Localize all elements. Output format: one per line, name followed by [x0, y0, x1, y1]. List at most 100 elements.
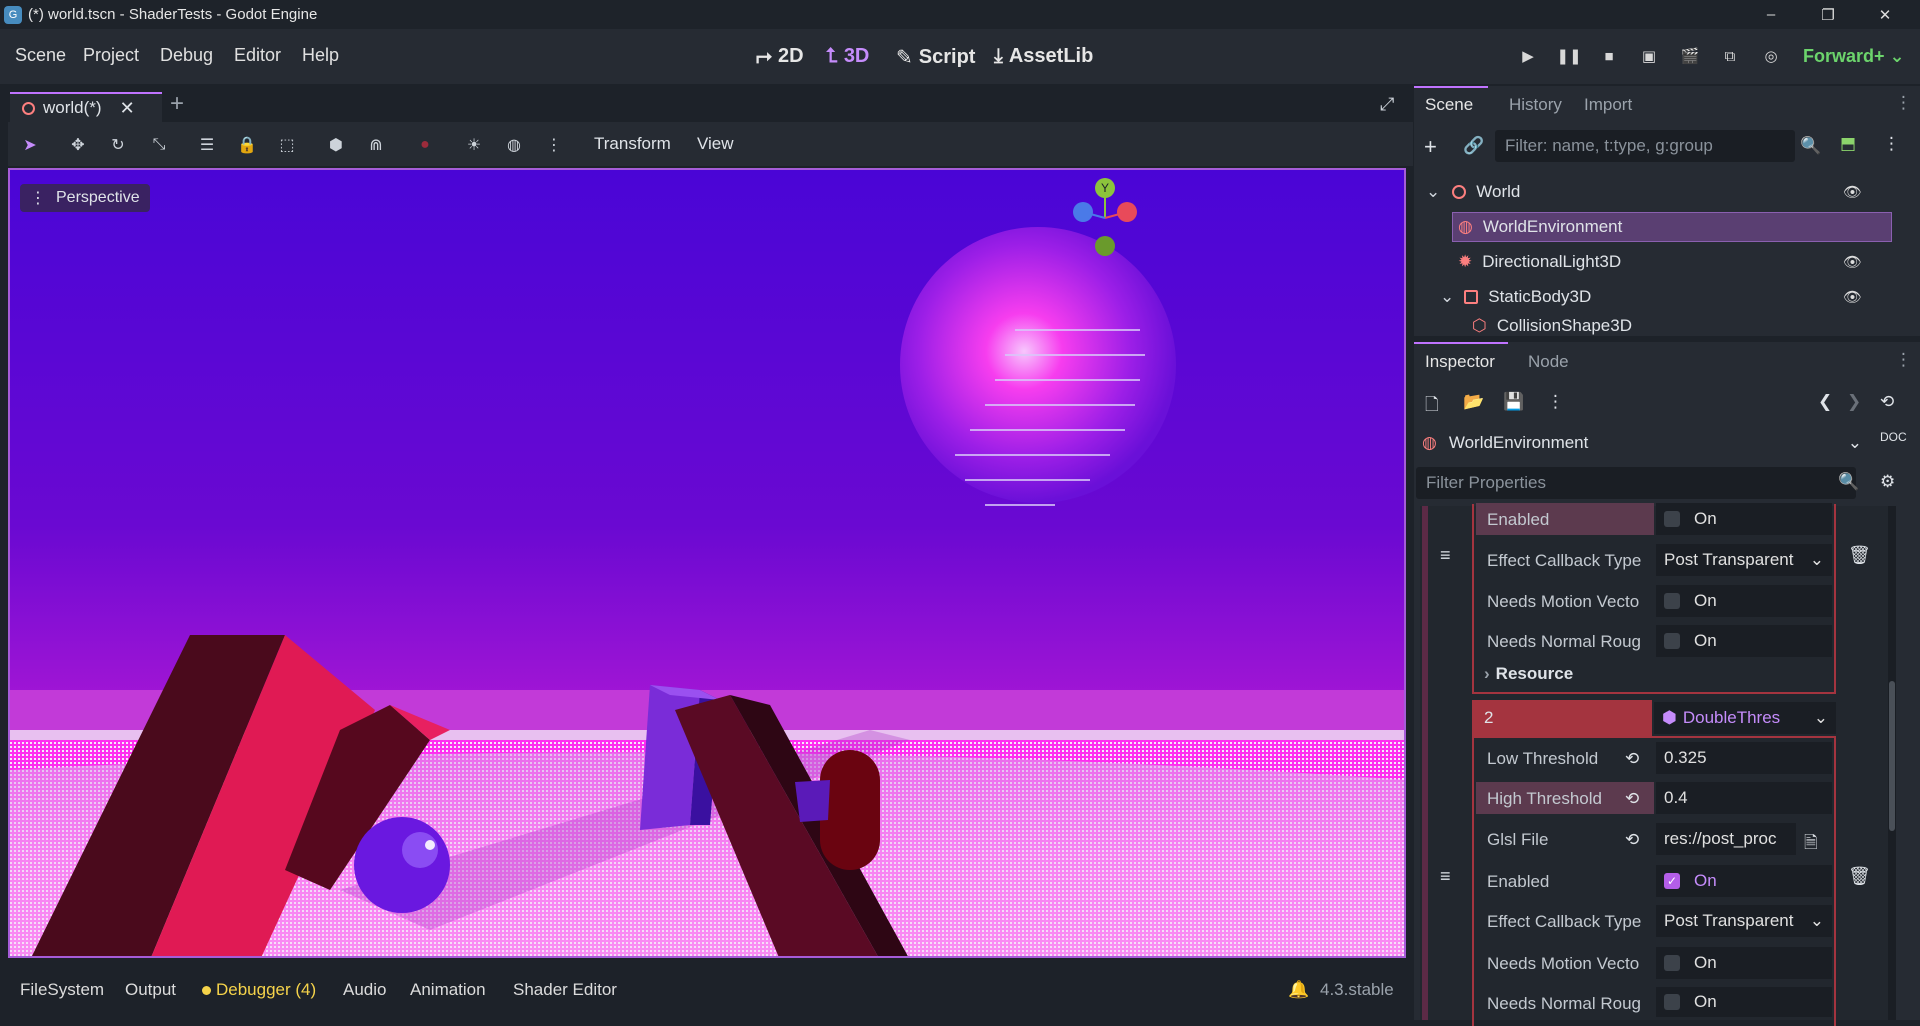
workspace-assetlib-button[interactable]: ⤓ AssetLib [994, 45, 1093, 68]
collapse-arrow-icon[interactable]: ⌄ [1426, 182, 1440, 202]
close-icon[interactable]: ✕ [120, 98, 135, 119]
delete-element-icon[interactable]: 🗑 [1848, 866, 1871, 887]
revert-icon[interactable]: ⟲ [1625, 749, 1639, 769]
camera-preview-icon[interactable]: ● [413, 133, 437, 157]
scrollbar-thumb[interactable] [1889, 681, 1895, 831]
save-resource-icon[interactable]: 💾 [1503, 392, 1524, 412]
tab-audio[interactable]: Audio [343, 980, 386, 1000]
file-browse-icon[interactable]: 🗎 [1804, 830, 1818, 859]
tree-item-worldenvironment[interactable]: ◍ WorldEnvironment [1420, 211, 1890, 243]
history-forward-icon[interactable]: ❯ [1847, 392, 1861, 412]
3d-viewport[interactable]: ⋮ Perspective Y [8, 168, 1406, 958]
sun-preview-icon[interactable]: ☀ [462, 133, 486, 157]
select-tool-icon[interactable]: ➤ [18, 133, 42, 157]
revert-icon[interactable]: ⟲ [1625, 830, 1639, 850]
tab-node[interactable]: Node [1528, 352, 1569, 372]
dock-menu-icon[interactable]: ⋮ [1895, 93, 1912, 113]
tab-shader-editor[interactable]: Shader Editor [513, 980, 617, 1000]
drag-handle-icon[interactable]: ≡ [1440, 545, 1451, 566]
visibility-eye-icon[interactable]: 👁 [1843, 183, 1862, 201]
gizmo-x-axis-icon[interactable] [1117, 202, 1137, 222]
workspace-2d-button[interactable]: ⮣ 2D [756, 45, 804, 68]
workspace-3d-button[interactable]: ⮤ 3D [826, 45, 869, 68]
workspace-script-button[interactable]: ✎ Script [896, 45, 975, 70]
gizmo-y-axis-icon[interactable]: Y [1095, 178, 1115, 198]
tab-animation[interactable]: Animation [410, 980, 486, 1000]
high-threshold-input[interactable]: 0.4 [1656, 782, 1832, 814]
new-resource-icon[interactable]: 🗋 [1425, 392, 1439, 421]
remote-debug-icon[interactable]: ▣ [1636, 43, 1662, 69]
menu-scene[interactable]: Scene [15, 45, 66, 66]
play-scene-icon[interactable]: 🎬 [1677, 43, 1703, 69]
normal-roughness-checkbox[interactable]: On [1656, 625, 1832, 657]
motion-vectors-checkbox[interactable]: On [1656, 947, 1832, 979]
visibility-eye-icon[interactable]: 👁 [1843, 253, 1862, 271]
tab-output[interactable]: Output [125, 980, 176, 1000]
menu-project[interactable]: Project [83, 45, 139, 66]
instance-scene-icon[interactable]: 🔗 [1463, 136, 1484, 156]
collapse-arrow-icon[interactable]: ⌄ [1440, 287, 1454, 307]
pause-icon[interactable]: ❚❚ [1556, 43, 1582, 69]
scene-filter-input[interactable]: Filter: name, t:type, g:group [1495, 130, 1795, 162]
menu-debug[interactable]: Debug [160, 45, 213, 66]
attach-script-icon[interactable]: ⬒ [1840, 134, 1856, 154]
move-tool-icon[interactable]: ✥ [66, 133, 90, 157]
drag-handle-icon[interactable]: ≡ [1440, 866, 1451, 887]
normal-roughness-checkbox[interactable]: On [1656, 987, 1832, 1017]
tree-item-staticbody3d[interactable]: ⌄ StaticBody3D 👁 [1420, 281, 1890, 313]
tab-import[interactable]: Import [1584, 95, 1632, 115]
local-space-icon[interactable]: ⬢ [324, 133, 348, 157]
object-history-icon[interactable]: ⟲ [1880, 392, 1894, 412]
distraction-free-icon[interactable]: ⤢ [1380, 94, 1394, 115]
visibility-eye-icon[interactable]: 👁 [1843, 288, 1862, 306]
open-docs-icon[interactable]: DOC [1880, 430, 1907, 444]
add-node-icon[interactable]: + [1424, 134, 1437, 160]
orientation-gizmo[interactable]: Y [1065, 178, 1145, 258]
transform-menu[interactable]: Transform [594, 134, 671, 154]
delete-element-icon[interactable]: 🗑 [1848, 545, 1871, 566]
low-threshold-input[interactable]: 0.325 [1656, 742, 1832, 774]
movie-maker-icon[interactable]: ◎ [1758, 43, 1784, 69]
tab-debugger[interactable]: Debugger (4) [202, 980, 316, 1000]
group-icon[interactable]: ⬚ [275, 133, 299, 157]
scene-more-icon[interactable]: ⋮ [1883, 134, 1900, 154]
filter-properties-input[interactable]: Filter Properties [1416, 467, 1856, 499]
inspector-more-icon[interactable]: ⋮ [1547, 392, 1564, 412]
tab-filesystem[interactable]: FileSystem [20, 980, 104, 1000]
add-scene-tab-button[interactable]: + [170, 90, 184, 118]
scale-tool-icon[interactable]: ⤡ [147, 133, 171, 157]
list-select-icon[interactable]: ☰ [195, 133, 219, 157]
dock-menu-icon[interactable]: ⋮ [1895, 350, 1912, 370]
close-window-button[interactable]: ✕ [1857, 0, 1913, 29]
play-icon[interactable]: ▶ [1515, 43, 1541, 69]
menu-help[interactable]: Help [302, 45, 339, 66]
notification-bell-icon[interactable]: 🔔 [1288, 980, 1309, 1000]
more-options-icon[interactable]: ⋮ [542, 133, 566, 157]
load-resource-icon[interactable]: 📂 [1463, 392, 1484, 412]
callback-type-select[interactable]: Post Transparent ⌄ [1656, 544, 1832, 576]
resource-type-picker[interactable]: ⬢ DoubleThres ⌄ [1654, 702, 1836, 734]
lock-icon[interactable]: 🔒 [235, 133, 259, 157]
scene-tab-world[interactable]: world(*) ✕ [10, 92, 162, 122]
snap-icon[interactable]: ⋒ [364, 133, 388, 157]
tree-item-directionallight3d[interactable]: ✹ DirectionalLight3D 👁 [1420, 246, 1890, 278]
minimize-button[interactable]: – [1743, 0, 1799, 29]
tab-scene[interactable]: Scene [1425, 95, 1473, 115]
inspector-scrollbar[interactable] [1888, 506, 1896, 1020]
gizmo-neg-y-icon[interactable] [1095, 236, 1115, 256]
stop-icon[interactable]: ■ [1596, 43, 1622, 69]
inspected-object-selector[interactable]: ◍ WorldEnvironment ⌄ [1416, 427, 1872, 459]
rotate-tool-icon[interactable]: ↻ [106, 133, 130, 157]
callback-type-select[interactable]: Post Transparent ⌄ [1656, 905, 1832, 937]
property-tools-icon[interactable]: ⚙ [1880, 472, 1895, 492]
environment-preview-icon[interactable]: ◍ [502, 133, 526, 157]
revert-icon[interactable]: ⟲ [1625, 789, 1639, 809]
menu-editor[interactable]: Editor [234, 45, 281, 66]
gizmo-z-axis-icon[interactable] [1073, 202, 1093, 222]
tree-item-collisionshape3d[interactable]: ⬡ CollisionShape3D [1420, 316, 1890, 336]
tree-item-world[interactable]: ⌄ World 👁 [1420, 176, 1890, 208]
resource-section-header[interactable]: › Resource [1484, 664, 1573, 684]
enabled-checkbox[interactable]: ✓ On [1656, 865, 1832, 897]
perspective-menu[interactable]: ⋮ Perspective [20, 184, 150, 212]
tab-inspector[interactable]: Inspector [1425, 352, 1495, 372]
